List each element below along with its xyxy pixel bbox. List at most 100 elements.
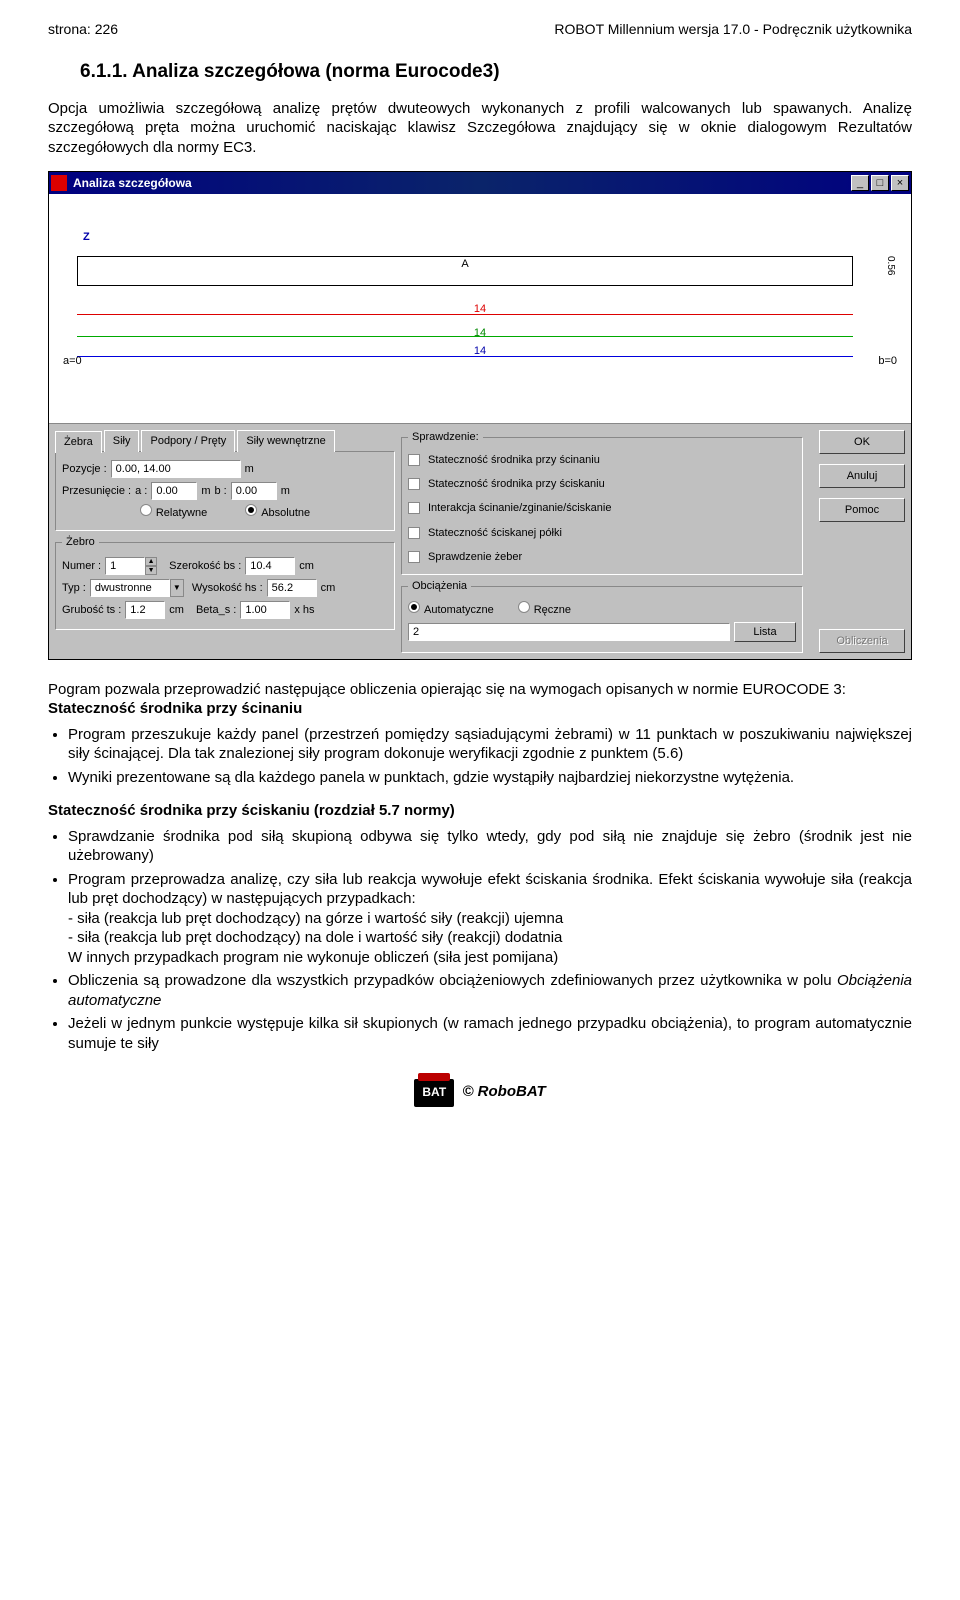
app-icon <box>51 175 67 191</box>
beam-label: A <box>461 257 468 271</box>
section-heading: 6.1.1. Analiza szczegółowa (norma Euroco… <box>80 60 912 85</box>
b-scisk-2b: - siła (reakcja lub pręt dochodzący) na … <box>68 909 912 929</box>
chk-zeb[interactable] <box>408 551 420 563</box>
beta-input[interactable] <box>240 601 290 619</box>
b0-label: b=0 <box>878 354 897 368</box>
left-column: Żebra Siły Podpory / Pręty Siły wewnętrz… <box>55 430 395 652</box>
ok-button[interactable]: OK <box>819 430 905 454</box>
unit-m1: m <box>245 462 254 476</box>
unit-cm3: cm <box>169 603 184 617</box>
pozycje-input[interactable] <box>111 460 241 478</box>
spin-up[interactable]: ▲ <box>145 557 157 566</box>
typ-arrow-icon[interactable]: ▼ <box>170 579 184 597</box>
dim14-3: 14 <box>474 344 486 358</box>
subhead-scin: Stateczność środnika przy ścinaniu <box>48 699 912 719</box>
radio-rel[interactable] <box>140 504 152 516</box>
chk-polka-label: Stateczność ściskanej półki <box>428 526 562 540</box>
maximize-button[interactable]: □ <box>871 175 889 191</box>
szer-input[interactable] <box>245 557 295 575</box>
numer-label: Numer : <box>62 559 101 573</box>
tab-silywew[interactable]: Siły wewnętrzne <box>237 430 334 451</box>
chk-scin[interactable] <box>408 454 420 466</box>
radio-rel-label: Relatywne <box>156 507 207 519</box>
unit-cm2: cm <box>321 581 336 595</box>
blue-dim-line <box>77 356 853 357</box>
spin-down[interactable]: ▼ <box>145 566 157 575</box>
radio-recz-label: Ręczne <box>534 604 571 616</box>
tab-podpory[interactable]: Podpory / Pręty <box>141 430 235 451</box>
dim14-2: 14 <box>474 326 486 340</box>
chk-scisk-label: Stateczność środnika przy ściskaniu <box>428 477 605 491</box>
a-input[interactable] <box>151 482 197 500</box>
b-scisk-1: Sprawdzanie środnika pod siłą skupioną o… <box>68 827 912 866</box>
calc-button[interactable]: Obliczenia <box>819 629 905 653</box>
wys-input[interactable] <box>267 579 317 597</box>
b-input[interactable] <box>231 482 277 500</box>
analysis-window: Analiza szczegółowa _ □ × Z A 0.56 14 14… <box>48 171 912 659</box>
chk-zeb-label: Sprawdzenie żeber <box>428 550 522 564</box>
tab-zebra[interactable]: Żebra <box>55 431 102 452</box>
typ-label: Typ : <box>62 581 86 595</box>
radio-abs[interactable] <box>245 504 257 516</box>
b-scisk-3a: Obliczenia są prowadzone dla wszystkich … <box>68 972 837 989</box>
numer-input[interactable] <box>105 557 145 575</box>
subhead-scisk: Stateczność środnika przy ściskaniu (roz… <box>48 801 912 821</box>
obc-input[interactable] <box>408 623 730 641</box>
chk-inter[interactable] <box>408 502 420 514</box>
b-scisk-2d: W innych przypadkach program nie wykonuj… <box>68 948 912 968</box>
chk-scisk[interactable] <box>408 478 420 490</box>
minimize-button[interactable]: _ <box>851 175 869 191</box>
pozycje-label: Pozycje : <box>62 462 107 476</box>
green-dim-line <box>77 336 853 337</box>
page-right: ROBOT Millennium wersja 17.0 - Podręczni… <box>554 20 912 38</box>
b-label: b : <box>215 484 227 498</box>
unit-cm1: cm <box>299 559 314 573</box>
bullets-scisk: Sprawdzanie środnika pod siłą skupioną o… <box>48 827 912 1054</box>
header: strona: 226 ROBOT Millennium wersja 17.0… <box>48 20 912 38</box>
cancel-button[interactable]: Anuluj <box>819 464 905 488</box>
chk-polka[interactable] <box>408 527 420 539</box>
przes-label: Przesunięcie : <box>62 484 131 498</box>
red-dim-line <box>77 314 853 324</box>
b-scisk-2: Program przeprowadza analizę, czy siła l… <box>68 870 912 968</box>
a0-label: a=0 <box>63 354 82 368</box>
typ-select[interactable] <box>90 579 170 597</box>
dim-right: 0.56 <box>884 256 897 275</box>
b-scin-1: Program przeszukuje każdy panel (przestr… <box>68 725 912 764</box>
b-scin-2: Wyniki prezentowane są dla każdego panel… <box>68 768 912 788</box>
a-label: a : <box>135 484 147 498</box>
footer: BAT © RoboBAT <box>48 1079 912 1107</box>
zebro-legend: Żebro <box>62 535 99 549</box>
chk-inter-label: Interakcja ścinanie/zginanie/ściskanie <box>428 501 611 515</box>
bullets-scin: Program przeszukuje każdy panel (przestr… <box>48 725 912 788</box>
form-area: Żebra Siły Podpory / Pręty Siły wewnętrz… <box>49 424 911 658</box>
mid-column: Sprawdzenie: Stateczność środnika przy ś… <box>401 430 803 652</box>
grub-input[interactable] <box>125 601 165 619</box>
szer-label: Szerokość bs : <box>169 559 241 573</box>
xhs-label: x hs <box>294 603 314 617</box>
b-scisk-4: Jeżeli w jednym punkcie występuje kilka … <box>68 1014 912 1053</box>
logo-icon: BAT <box>414 1079 454 1107</box>
right-column: OK Anuluj Pomoc Obliczenia <box>809 430 905 652</box>
b-scisk-2a: Program przeprowadza analizę, czy siła l… <box>68 871 912 908</box>
close-button[interactable]: × <box>891 175 909 191</box>
footer-text: © RoboBAT <box>462 1083 545 1100</box>
dim14-1: 14 <box>474 302 486 316</box>
radio-auto[interactable] <box>408 601 420 613</box>
grub-label: Grubość ts : <box>62 603 121 617</box>
page-left: strona: 226 <box>48 20 118 38</box>
chk-scin-label: Stateczność środnika przy ścinaniu <box>428 453 600 467</box>
titlebar-title: Analiza szczegółowa <box>73 176 849 192</box>
after-intro: Pogram pozwala przeprowadzić następujące… <box>48 680 912 700</box>
wys-label: Wysokość hs : <box>192 581 263 595</box>
titlebar: Analiza szczegółowa _ □ × <box>49 172 911 194</box>
obc-legend: Obciążenia <box>408 579 471 593</box>
z-axis-label: Z <box>83 230 90 244</box>
beam-outline: A <box>77 256 853 286</box>
help-button[interactable]: Pomoc <box>819 498 905 522</box>
radio-recz[interactable] <box>518 601 530 613</box>
lista-button[interactable]: Lista <box>734 622 796 642</box>
intro-paragraph: Opcja umożliwia szczegółową analizę pręt… <box>48 99 912 158</box>
unit-m2: m <box>201 484 210 498</box>
tab-sily[interactable]: Siły <box>104 430 140 451</box>
